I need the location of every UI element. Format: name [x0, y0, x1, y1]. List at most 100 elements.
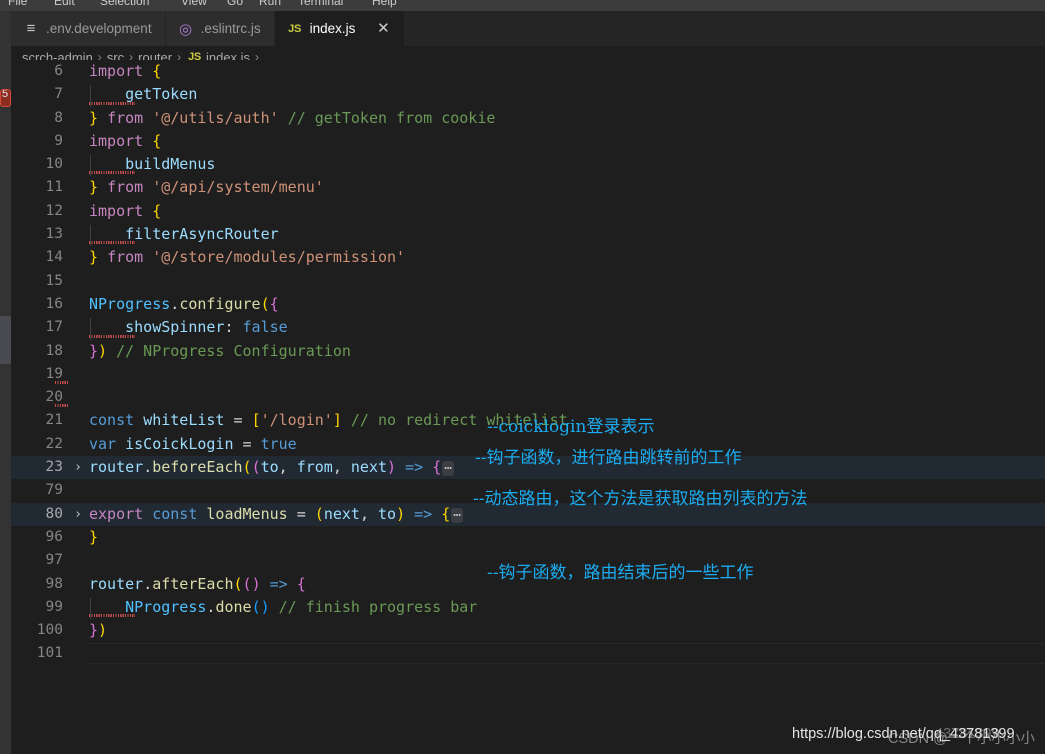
code-line[interactable]: 14} from '@/store/modules/permission'	[11, 246, 1045, 269]
code-token	[98, 178, 107, 196]
code-token: .	[170, 295, 179, 313]
code-token: =	[288, 505, 315, 523]
code-token: const	[152, 505, 197, 523]
code-line[interactable]: 10 buildMenus	[11, 153, 1045, 176]
editor-tab-label: .env.development	[46, 11, 152, 46]
line-number: 80	[11, 503, 63, 526]
spelling-squiggle	[89, 241, 135, 244]
menu-bar[interactable]: File Edit Selection View Go Run Terminal Help	[0, 0, 1045, 11]
code-token	[288, 575, 297, 593]
line-number: 22	[11, 433, 63, 456]
line-number: 97	[11, 549, 63, 572]
code-annotation: --coicklogin登录表示	[487, 419, 654, 436]
code-token: to	[261, 458, 279, 476]
code-line[interactable]: 17 showSpinner: false	[11, 316, 1045, 339]
menu-item-go[interactable]: Go	[227, 0, 243, 8]
menu-item-selection[interactable]: Selection	[100, 0, 149, 8]
line-number: 98	[11, 573, 63, 596]
code-line[interactable]: 7 getToken	[11, 83, 1045, 106]
code-token	[143, 178, 152, 196]
code-token: import	[89, 132, 152, 150]
code-line[interactable]: 12import {	[11, 200, 1045, 223]
code-token: )	[98, 342, 107, 360]
code-line-text: NProgress.configure({	[89, 293, 279, 316]
line-number: 21	[11, 409, 63, 432]
code-line[interactable]: 96}	[11, 526, 1045, 549]
code-token: beforeEach	[152, 458, 242, 476]
code-token: from	[107, 248, 143, 266]
code-token: (	[243, 458, 252, 476]
code-line[interactable]: 20	[11, 386, 1045, 409]
code-line[interactable]: 101	[11, 642, 1045, 665]
close-icon[interactable]: ✕	[375, 21, 391, 37]
code-line-text: } from '@/store/modules/permission'	[89, 246, 405, 269]
menu-item-run[interactable]: Run	[259, 0, 281, 8]
code-token: {	[270, 295, 279, 313]
code-token: =>	[270, 575, 288, 593]
code-token	[116, 435, 125, 453]
code-line[interactable]: 11} from '@/api/system/menu'	[11, 176, 1045, 199]
code-line[interactable]: 16 NProgress.configure({	[11, 293, 1045, 316]
code-token: '@/utils/auth'	[152, 109, 278, 127]
code-line-text: import {	[89, 130, 161, 153]
line-number: 99	[11, 596, 63, 619]
menu-item-terminal[interactable]: Terminal	[298, 0, 343, 8]
line-number: 7	[11, 83, 63, 106]
line-number: 23	[11, 456, 63, 479]
code-line[interactable]: 13 filterAsyncRouter	[11, 223, 1045, 246]
line-number: 15	[11, 270, 63, 293]
code-token: ⋯	[442, 461, 454, 476]
code-line[interactable]: 18}) // NProgress Configuration	[11, 340, 1045, 363]
code-token: import	[89, 202, 152, 220]
code-line-text: router.beforeEach((to, from, next) => {⋯	[89, 456, 455, 480]
code-line[interactable]: 99 NProgress.done() // finish progress b…	[11, 596, 1045, 619]
code-token: isCoickLogin	[125, 435, 233, 453]
activity-bar[interactable]: 5	[0, 11, 11, 754]
code-line[interactable]: 8} from '@/utils/auth' // getToken from …	[11, 107, 1045, 130]
code-token: export	[89, 505, 143, 523]
code-token	[423, 458, 432, 476]
code-token: )	[387, 458, 396, 476]
code-line-text: router.afterEach(() => {	[89, 573, 306, 596]
code-token: =>	[414, 505, 432, 523]
code-line[interactable]: 9import {	[11, 130, 1045, 153]
code-token: ⋯	[451, 508, 463, 523]
line-number: 6	[11, 60, 63, 83]
code-line[interactable]: 100})	[11, 619, 1045, 642]
editor-tab-index-js[interactable]: JSindex.js✕	[275, 11, 406, 46]
code-token: {	[297, 575, 306, 593]
code-token: )	[252, 575, 261, 593]
code-token	[89, 85, 125, 103]
watermark-text: 43781399	[935, 726, 1000, 742]
code-token: =	[234, 435, 261, 453]
menu-item-help[interactable]: Help	[372, 0, 397, 8]
code-token	[98, 248, 107, 266]
vscode-window: File Edit Selection View Go Run Terminal Help 5…	[0, 0, 1045, 754]
editor-tab--env-development[interactable]: ≡.env.development	[11, 11, 166, 46]
activity-bar-scrollbar[interactable]	[0, 316, 11, 364]
code-token	[342, 411, 351, 429]
code-token: (	[315, 505, 324, 523]
code-token: from	[107, 178, 143, 196]
line-number: 16	[11, 293, 63, 316]
fold-chevron-icon[interactable]: ›	[71, 456, 85, 479]
code-line[interactable]: 6import {	[11, 60, 1045, 83]
code-token: :	[224, 318, 242, 336]
line-number: 10	[11, 153, 63, 176]
menu-item-view[interactable]: View	[181, 0, 207, 8]
fold-chevron-icon[interactable]: ›	[71, 503, 85, 526]
source-control-badge-count: 5	[2, 89, 8, 100]
menu-item-edit[interactable]: Edit	[54, 0, 75, 8]
menu-item-file[interactable]: File	[8, 0, 27, 8]
code-line[interactable]: 19	[11, 363, 1045, 386]
editor-tab-bar[interactable]: ≡.env.development◎.eslintrc.jsJSindex.js…	[11, 11, 1045, 46]
editor-tab-label: .eslintrc.js	[201, 11, 261, 46]
code-editor[interactable]: 6import {7 getToken8} from '@/utils/auth…	[11, 60, 1045, 700]
editor-tab--eslintrc-js[interactable]: ◎.eslintrc.js	[166, 11, 275, 46]
code-token: )	[396, 505, 405, 523]
code-line-text: import {	[89, 200, 161, 223]
code-token	[89, 598, 125, 616]
code-line[interactable]: 15	[11, 270, 1045, 293]
code-token: .	[143, 458, 152, 476]
code-token: loadMenus	[206, 505, 287, 523]
